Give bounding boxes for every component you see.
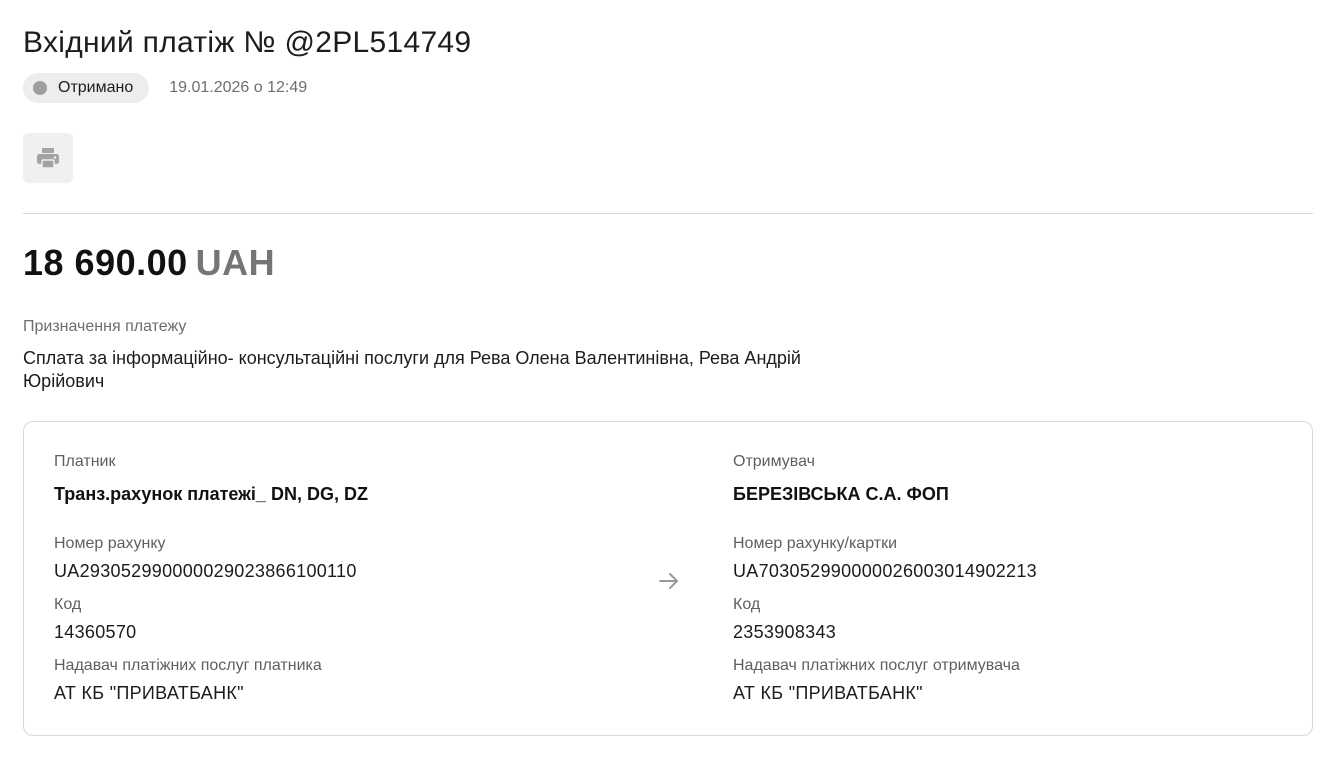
amount-currency: UAH — [195, 242, 276, 283]
purpose-text: Сплата за інформаційно- консультаційні п… — [23, 348, 801, 391]
payer-code-label: Код — [54, 596, 82, 613]
recipient-name: БЕРЕЗІВСЬКА С.А. ФОП — [733, 484, 949, 504]
printer-icon — [37, 148, 59, 169]
payer-name: Транз.рахунок платежі_ DN, DG, DZ — [54, 484, 368, 504]
payer-column: Платник Транз.рахунок платежі_ DN, DG, D… — [54, 452, 368, 704]
recipient-account: UA703052990000026003014902213 — [733, 561, 1037, 581]
status-row: Отримано 19.01.2026 о 12:49 — [23, 73, 307, 103]
recipient-label: Отримувач — [733, 453, 815, 470]
payment-date: 19.01.2026 о 12:49 — [169, 79, 308, 96]
arrow-right-icon — [659, 573, 678, 589]
status-dot-icon — [33, 81, 47, 95]
amount: 18 690.00 UAH — [23, 242, 275, 284]
recipient-provider: АТ КБ "ПРИВАТБАНК" — [733, 683, 923, 703]
payer-label: Платник — [54, 453, 116, 470]
page-title: Вхідний платіж № @2PL514749 — [23, 26, 472, 59]
details-card: Платник Транз.рахунок платежі_ DN, DG, D… — [23, 421, 1313, 736]
status-badge: Отримано — [23, 73, 150, 103]
recipient-code-label: Код — [733, 596, 761, 613]
recipient-code: 2353908343 — [733, 622, 837, 642]
purpose-label: Призначення платежу — [23, 318, 187, 335]
recipient-column: Отримувач БЕРЕЗІВСЬКА С.А. ФОП Номер рах… — [733, 452, 1037, 704]
payer-account-label: Номер рахунку — [54, 535, 166, 552]
amount-value: 18 690.00 — [23, 242, 188, 283]
payer-account: UA293052990000029023866100110 — [54, 561, 357, 581]
recipient-provider-label: Надавач платіжних послуг отримувача — [733, 657, 1020, 674]
payer-provider-label: Надавач платіжних послуг платника — [54, 657, 322, 674]
status-label: Отримано — [58, 79, 134, 96]
payer-code: 14360570 — [54, 622, 137, 642]
recipient-account-label: Номер рахунку/картки — [733, 535, 898, 552]
print-button[interactable] — [23, 133, 73, 183]
payer-provider: АТ КБ "ПРИВАТБАНК" — [54, 683, 244, 703]
divider — [23, 213, 1313, 214]
